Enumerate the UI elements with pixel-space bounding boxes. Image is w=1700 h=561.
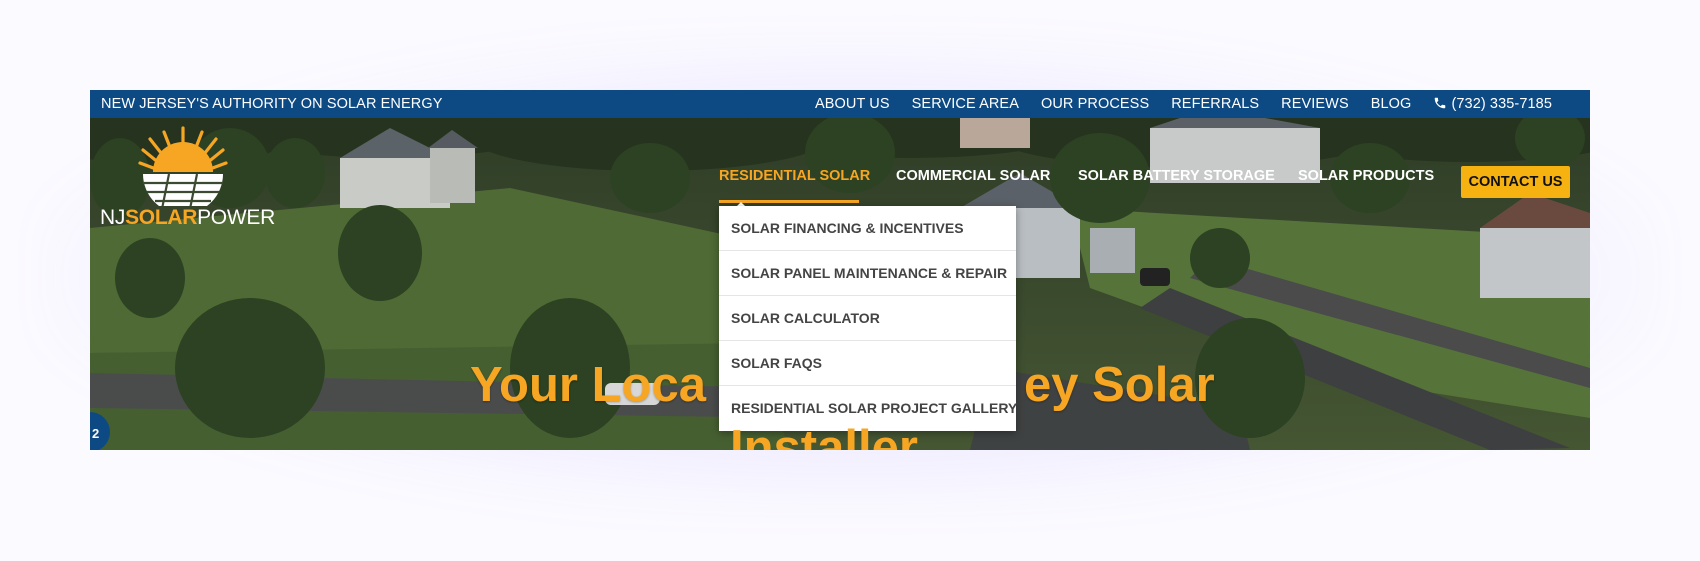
nav-solar-products[interactable]: SOLAR PRODUCTS (1298, 161, 1434, 191)
phone-link[interactable]: (732) 335-7185 (1433, 90, 1552, 118)
top-utility-bar: NEW JERSEY'S AUTHORITY ON SOLAR ENERGY A… (90, 90, 1590, 118)
contact-us-button[interactable]: CONTACT US (1461, 166, 1570, 198)
top-nav: ABOUT US SERVICE AREA OUR PROCESS REFERR… (793, 90, 1552, 118)
site-tagline: NEW JERSEY'S AUTHORITY ON SOLAR ENERGY (101, 96, 443, 112)
top-nav-blog[interactable]: BLOG (1371, 90, 1412, 118)
main-nav: RESIDENTIAL SOLAR COMMERCIAL SOLAR SOLAR… (90, 161, 1590, 191)
phone-number: (732) 335-7185 (1451, 96, 1552, 112)
hero-headline-right: ey Solar (1024, 358, 1215, 412)
nav-residential-solar[interactable]: RESIDENTIAL SOLAR (719, 161, 870, 191)
nav-commercial-solar[interactable]: COMMERCIAL SOLAR (896, 161, 1050, 191)
hero-headline-left: Your Loca (470, 358, 706, 412)
dropdown-item-calculator[interactable]: SOLAR CALCULATOR (719, 296, 1016, 341)
dropdown-item-maintenance[interactable]: SOLAR PANEL MAINTENANCE & REPAIR (719, 251, 1016, 296)
hero-headline-line2: Installer (730, 421, 918, 450)
top-nav-service-area[interactable]: SERVICE AREA (912, 90, 1019, 118)
residential-solar-dropdown: SOLAR FINANCING & INCENTIVES SOLAR PANEL… (719, 206, 1017, 431)
top-nav-our-process[interactable]: OUR PROCESS (1041, 90, 1149, 118)
top-nav-about-us[interactable]: ABOUT US (815, 90, 890, 118)
logo-wordmark: NJSOLARPOWER (100, 206, 275, 229)
dropdown-item-financing[interactable]: SOLAR FINANCING & INCENTIVES (719, 206, 1016, 251)
phone-icon (1435, 97, 1446, 109)
top-nav-referrals[interactable]: REFERRALS (1171, 90, 1259, 118)
top-nav-reviews[interactable]: REVIEWS (1281, 90, 1349, 118)
nav-solar-battery-storage[interactable]: SOLAR BATTERY STORAGE (1078, 161, 1275, 191)
chat-badge-count: 2 (92, 426, 100, 441)
website-screenshot: NEW JERSEY'S AUTHORITY ON SOLAR ENERGY A… (90, 90, 1590, 450)
dropdown-item-faqs[interactable]: SOLAR FAQS (719, 341, 1016, 386)
